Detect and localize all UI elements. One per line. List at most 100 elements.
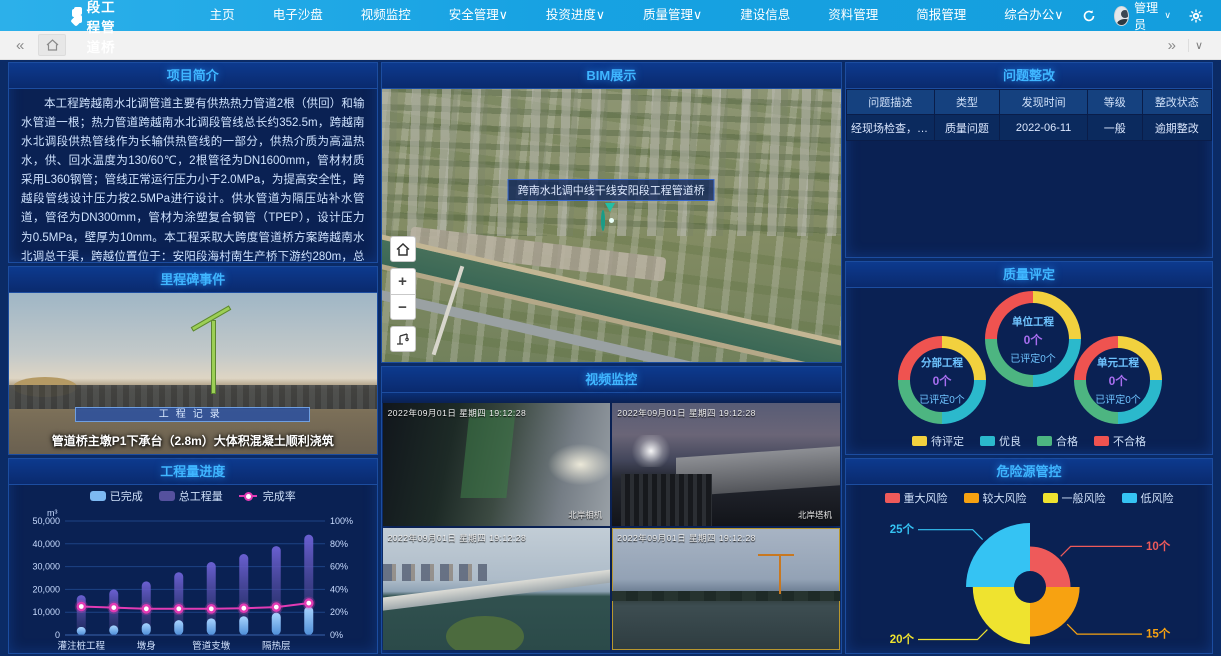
donut-label: 分部工程	[921, 355, 963, 370]
legend-item-completed[interactable]: 已完成	[90, 488, 143, 504]
legend-item-total[interactable]: 总工程量	[159, 488, 223, 504]
legend-chip	[1043, 493, 1058, 503]
map-pin-icon[interactable]	[601, 212, 621, 238]
nav-item-investment[interactable]: 投资进度∨	[527, 0, 624, 31]
feed-decor	[446, 616, 523, 650]
left-column: 项目简介 本工程跨越南水北调管道主要有供热热力管道2根（供回）和输水管道一根；热…	[8, 62, 378, 654]
svg-text:管道支墩: 管道支墩	[192, 640, 231, 652]
panel-progress-chart: 工程量进度 已完成 总工程量 完成率 00%10,00020%20,00040%…	[8, 458, 378, 654]
feed-timestamp: 2022年09月01日 星期四 19:12:28	[388, 532, 527, 544]
video-feed-2[interactable]: 2022年09月01日 星期四 19:12:28 北岸塔机	[612, 403, 840, 526]
donut-count: 0个	[933, 372, 952, 389]
nav-item-briefing[interactable]: 简报管理	[897, 0, 985, 31]
panel-title: 视频监控	[382, 367, 841, 393]
refresh-icon[interactable]	[1082, 7, 1096, 25]
nav-item-documents[interactable]: 资料管理	[809, 0, 897, 31]
main-nav: 主页 电子沙盘 视频监控 安全管理∨ 投资进度∨ 质量管理∨ 建设信息 资料管理…	[191, 0, 1083, 31]
video-feed-3[interactable]: 2022年09月01日 星期四 19:12:28	[383, 528, 611, 651]
progress-chart-legend: 已完成 总工程量 完成率	[9, 485, 377, 507]
collapse-left-icon[interactable]: «	[12, 37, 28, 54]
legend-label: 重大风险	[904, 490, 948, 506]
feed-timestamp: 2022年09月01日 星期四 19:12:28	[617, 532, 756, 544]
nav-item-video[interactable]: 视频监控	[342, 0, 430, 31]
legend-item-qualified[interactable]: 合格	[1037, 433, 1078, 449]
video-feeds-grid: 2022年09月01日 星期四 19:12:28 北岸相机 2022年09月01…	[382, 403, 841, 651]
map-home-icon	[396, 243, 410, 256]
quality-legend: 待评定 优良 合格 不合格	[846, 430, 1212, 452]
video-feed-1[interactable]: 2022年09月01日 星期四 19:12:28 北岸相机	[383, 403, 611, 526]
zoom-in-button[interactable]: +	[390, 268, 416, 294]
nav-item-quality[interactable]: 质量管理∨	[624, 0, 721, 31]
app-title: 安阳段工程管道桥	[87, 0, 123, 56]
feed-camera-label: 北岸塔机	[798, 509, 832, 521]
donut-label: 单元工程	[1097, 355, 1139, 370]
legend-label: 优良	[999, 433, 1021, 449]
crane-icon	[395, 332, 410, 346]
photo-formwork	[9, 385, 377, 409]
donut-center: 单位工程 0个 已评定0个	[985, 291, 1081, 387]
settings-gear-icon[interactable]	[1189, 7, 1203, 25]
svg-text:m³: m³	[47, 508, 58, 518]
svg-text:灌注桩工程: 灌注桩工程	[57, 640, 105, 652]
cell-status: 逾期整改	[1142, 115, 1211, 141]
hazard-legend: 重大风险 较大风险 一般风险 低风险	[846, 487, 1212, 509]
dashboard: 项目简介 本工程跨越南水北调管道主要有供热热力管道2根（供回）和输水管道一根；热…	[0, 60, 1221, 656]
legend-label: 待评定	[931, 433, 964, 449]
photo-crane-mast	[211, 320, 216, 394]
nav-item-office[interactable]: 综合办公∨	[985, 0, 1082, 31]
panel-quality: 质量评定 单位工程 0个 已评定0个 分部工程 0个 已评定0个	[845, 261, 1213, 455]
svg-text:20个: 20个	[890, 632, 915, 646]
milestone-photo[interactable]: 工程记录 管道桥主墩P1下承台（2.8m）大体积混凝土顺利浇筑	[9, 293, 377, 454]
panel-milestone: 里程碑事件 工程记录 管道桥主墩P1下承台（2.8m）大体积混凝土顺利浇筑	[8, 266, 378, 455]
donut-division-project: 分部工程 0个 已评定0个	[898, 336, 986, 424]
svg-text:隔热层: 隔热层	[262, 640, 291, 652]
map-home-button[interactable]	[390, 236, 416, 262]
column-header: 发现时间	[1000, 90, 1088, 115]
nav-item-home[interactable]: 主页	[191, 0, 254, 31]
legend-label: 总工程量	[179, 488, 223, 504]
legend-item-major-risk[interactable]: 重大风险	[885, 490, 948, 506]
expand-right-icon[interactable]: »	[1164, 37, 1180, 54]
quality-charts: 单位工程 0个 已评定0个 分部工程 0个 已评定0个	[846, 288, 1212, 456]
feed-decor	[460, 410, 515, 498]
bim-map[interactable]: 跨南水北调中线干线安阳段工程管道桥 + −	[382, 89, 841, 362]
legend-item-general-risk[interactable]: 一般风险	[1043, 490, 1106, 506]
map-zoom-control: + −	[390, 268, 416, 320]
legend-chip	[1037, 436, 1052, 446]
crane-tool-button[interactable]	[390, 326, 416, 352]
zoom-out-button[interactable]: −	[390, 294, 416, 320]
user-menu[interactable]: 管理员 ∨	[1114, 0, 1171, 33]
navbar-right: 管理员 ∨	[1082, 0, 1221, 33]
table-row[interactable]: 经现场检查，35... 质量问题 2022-06-11 一般 逾期整改	[847, 115, 1212, 141]
svg-text:0%: 0%	[330, 630, 343, 640]
feed-decor	[383, 564, 488, 581]
svg-text:100%: 100%	[330, 516, 353, 526]
donut-sub: 已评定0个	[1095, 391, 1141, 406]
legend-item-pending[interactable]: 待评定	[912, 433, 964, 449]
legend-item-low-risk[interactable]: 低风险	[1122, 490, 1174, 506]
legend-item-unqualified[interactable]: 不合格	[1094, 433, 1146, 449]
panel-title: 质量评定	[846, 262, 1212, 288]
video-feed-4[interactable]: 2022年09月01日 星期四 19:12:28	[612, 528, 840, 651]
feed-decor	[542, 440, 610, 489]
legend-line-chip	[239, 495, 257, 497]
nav-item-sandbox[interactable]: 电子沙盘	[254, 0, 342, 31]
home-tab[interactable]	[38, 34, 66, 56]
tab-dropdown-icon[interactable]: ∨	[1188, 39, 1209, 52]
panel-title: 里程碑事件	[9, 267, 377, 293]
panel-issues: 问题整改 问题描述 类型 发现时间 等级 整改状态 经现场检查，35... 质量	[845, 62, 1213, 258]
legend-item-larger-risk[interactable]: 较大风险	[964, 490, 1027, 506]
svg-text:10,000: 10,000	[32, 607, 60, 617]
svg-text:80%: 80%	[330, 539, 348, 549]
panel-title: BIM展示	[382, 63, 841, 89]
nav-item-safety[interactable]: 安全管理∨	[430, 0, 527, 31]
legend-chip	[980, 436, 995, 446]
legend-item-excellent[interactable]: 优良	[980, 433, 1021, 449]
nav-item-construction-info[interactable]: 建设信息	[721, 0, 809, 31]
svg-text:40%: 40%	[330, 584, 348, 594]
legend-label: 已完成	[110, 488, 143, 504]
donut-count: 0个	[1109, 372, 1128, 389]
right-column: 问题整改 问题描述 类型 发现时间 等级 整改状态 经现场检查，35... 质量	[845, 62, 1213, 654]
legend-item-rate[interactable]: 完成率	[239, 488, 296, 504]
svg-text:60%: 60%	[330, 562, 348, 572]
